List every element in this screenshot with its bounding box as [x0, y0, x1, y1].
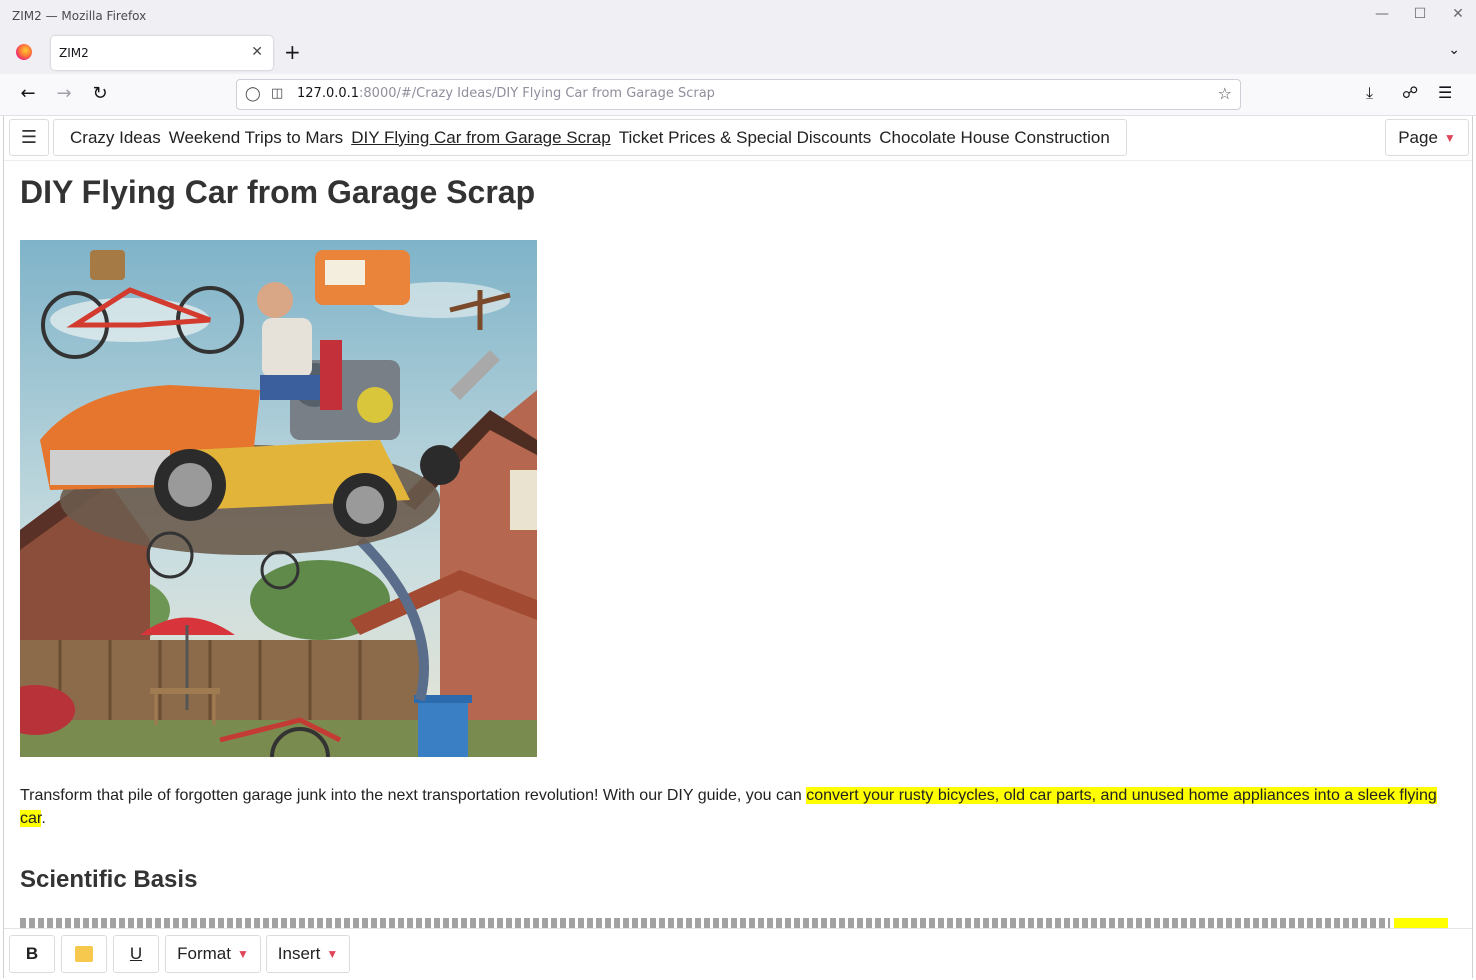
editor-toolbar: B U Format ▼ Insert ▼ — [4, 928, 1472, 978]
flying-car-illustration — [20, 240, 537, 757]
page-menu-button[interactable]: Page ▼ — [1385, 119, 1469, 156]
url-bar[interactable]: ◯ ◫ 127.0.0.1:8000/#/Crazy Ideas/DIY Fly… — [236, 79, 1241, 110]
intro-end: . — [41, 810, 46, 827]
breadcrumb-weekend-trips[interactable]: Weekend Trips to Mars — [165, 128, 347, 148]
article-content: DIY Flying Car from Garage Scrap Transfo… — [20, 172, 1460, 930]
hamburger-menu-button[interactable]: ☰ — [9, 119, 49, 156]
new-tab-icon[interactable]: + — [284, 40, 301, 64]
extensions-icon[interactable]: ☍ — [1402, 83, 1418, 102]
page-menu-label: Page — [1398, 127, 1438, 147]
dropdown-triangle-icon: ▼ — [236, 947, 249, 961]
navigation-toolbar: ← → ↻ ◯ ◫ 127.0.0.1:8000/#/Crazy Ideas/D… — [0, 74, 1476, 116]
dropdown-triangle-icon: ▼ — [326, 947, 339, 961]
url-text[interactable]: 127.0.0.1:8000/#/Crazy Ideas/DIY Flying … — [297, 86, 715, 101]
format-menu-button[interactable]: Format ▼ — [165, 935, 261, 973]
breadcrumb: Crazy Ideas Weekend Trips to Mars DIY Fl… — [53, 119, 1127, 156]
bold-label: B — [25, 944, 39, 963]
forward-icon[interactable]: → — [52, 83, 76, 104]
hamburger-icon: ☰ — [20, 127, 38, 148]
page-icon[interactable]: ◫ — [271, 86, 283, 101]
intro-paragraph: Transform that pile of forgotten garage … — [20, 784, 1450, 830]
tab-bar: ZIM2 ✕ + ⌄ — [0, 32, 1476, 74]
dropdown-triangle-icon: ▼ — [1443, 130, 1456, 145]
reload-icon[interactable]: ↻ — [88, 83, 112, 104]
highlight-button[interactable] — [61, 935, 107, 973]
url-host: 127.0.0.1 — [297, 86, 360, 101]
bookmark-star-icon[interactable]: ☆ — [1218, 84, 1232, 103]
page-title: DIY Flying Car from Garage Scrap — [20, 174, 536, 210]
firefox-icon[interactable] — [16, 44, 32, 60]
underline-label: U — [129, 944, 143, 963]
underline-button[interactable]: U — [113, 935, 159, 973]
breadcrumb-diy-flying-car[interactable]: DIY Flying Car from Garage Scrap — [347, 128, 615, 148]
close-icon[interactable]: ✕ — [1450, 6, 1466, 22]
minimize-icon[interactable]: — — [1374, 6, 1390, 22]
breadcrumb-ticket-prices[interactable]: Ticket Prices & Special Discounts — [615, 128, 876, 148]
format-label: Format — [177, 944, 231, 963]
back-icon[interactable]: ← — [16, 83, 40, 104]
shield-icon[interactable]: ◯ — [245, 86, 261, 102]
url-path: :8000/#/Crazy Ideas/DIY Flying Car from … — [359, 86, 715, 101]
insert-label: Insert — [277, 944, 321, 963]
bold-button[interactable]: B — [9, 935, 55, 973]
window-title: ZIM2 — Mozilla Firefox — [12, 9, 147, 23]
tab-close-icon[interactable]: ✕ — [251, 44, 263, 60]
tab-title: ZIM2 — [59, 46, 89, 60]
list-all-tabs-icon[interactable]: ⌄ — [1448, 42, 1460, 58]
window-titlebar: ZIM2 — Mozilla Firefox — ☐ ✕ — [0, 0, 1476, 32]
breadcrumb-chocolate-house[interactable]: Chocolate House Construction — [875, 128, 1114, 148]
intro-text: Transform that pile of forgotten garage … — [20, 787, 807, 804]
app-menu-icon[interactable]: ☰ — [1438, 83, 1452, 102]
tab-zim2[interactable]: ZIM2 ✕ — [51, 36, 273, 70]
maximize-icon[interactable]: ☐ — [1412, 6, 1428, 22]
section-heading-scientific-basis: Scientific Basis — [20, 866, 198, 893]
insert-menu-button[interactable]: Insert ▼ — [266, 935, 350, 973]
downloads-icon[interactable]: ⤓ — [1366, 83, 1373, 103]
breadcrumb-crazy-ideas[interactable]: Crazy Ideas — [66, 128, 165, 148]
highlight-swatch-icon — [75, 946, 93, 962]
app-topnav: ☰ Crazy Ideas Weekend Trips to Mars DIY … — [4, 116, 1472, 161]
page-viewport: ☰ Crazy Ideas Weekend Trips to Mars DIY … — [3, 116, 1473, 978]
